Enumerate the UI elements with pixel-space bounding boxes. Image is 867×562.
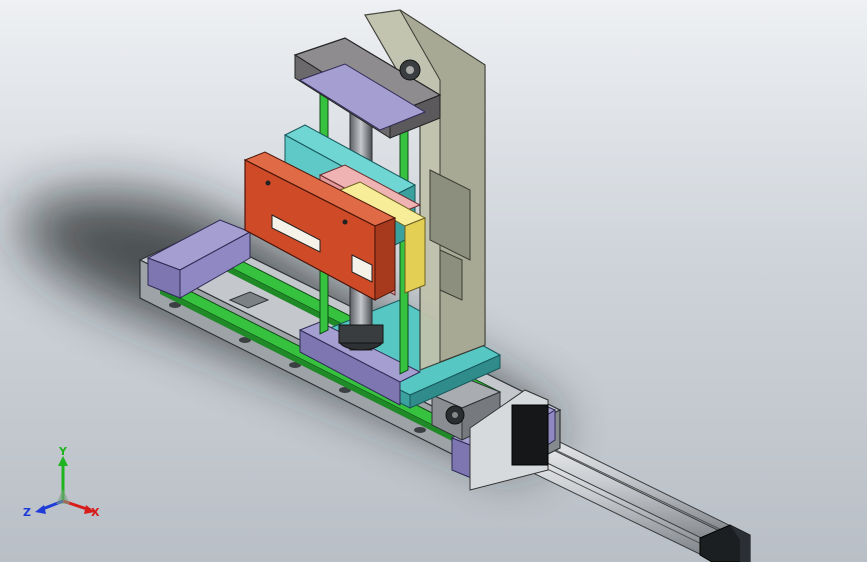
cad-model-scene[interactable] [0,0,867,562]
coordinate-triad: Y X Z [18,445,108,536]
z-axis-label: Z [23,506,31,519]
z-axis-arrow [35,505,46,514]
x-axis-label: X [91,506,100,519]
triad-cone [56,489,70,504]
cad-viewport[interactable]: Y X Z [0,0,867,562]
triad-svg: Y X Z [23,445,100,519]
y-axis-label: Y [58,446,68,458]
